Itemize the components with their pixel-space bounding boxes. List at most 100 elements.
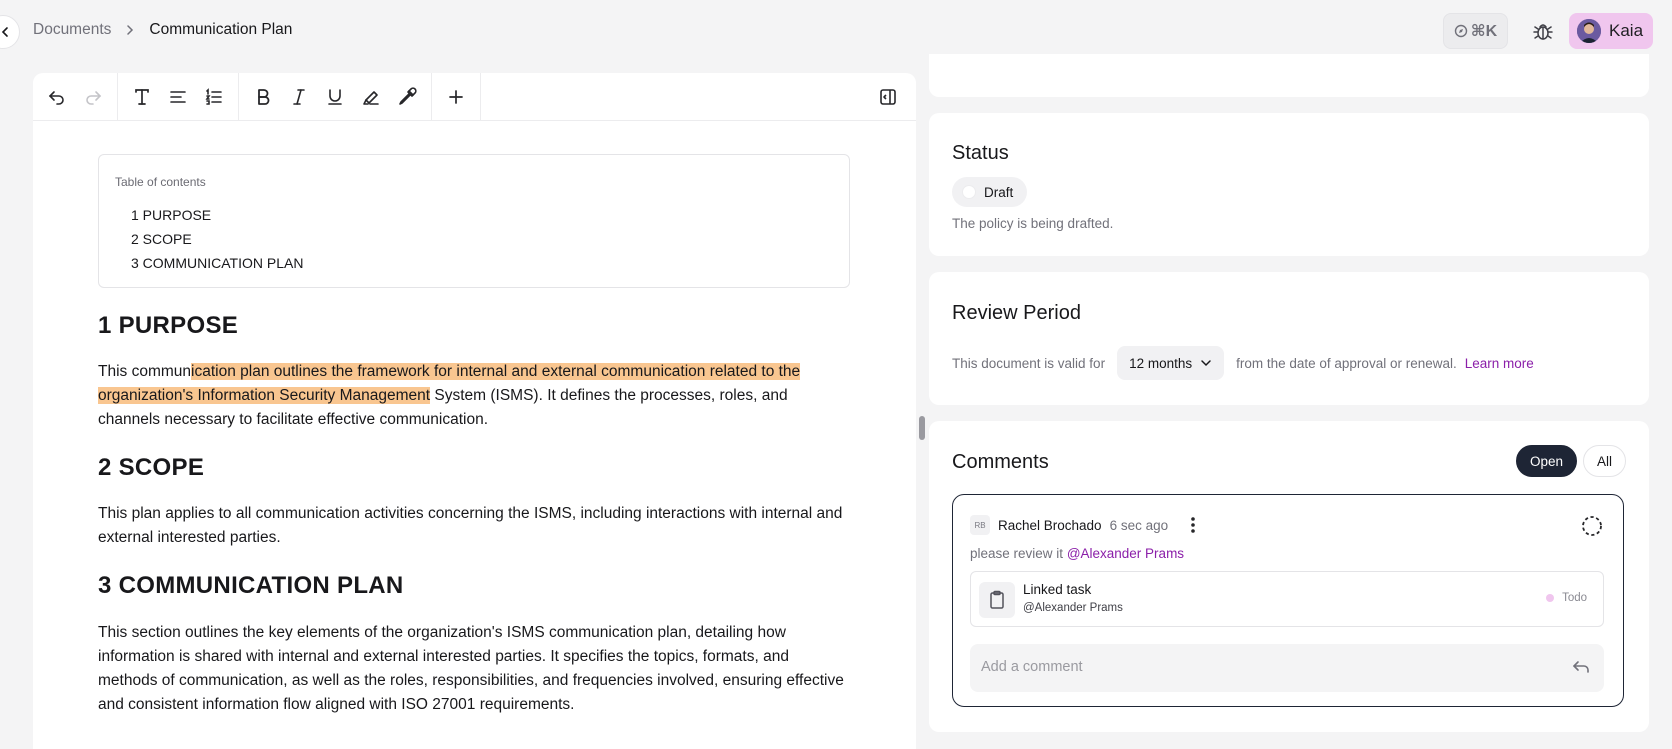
comment-thread[interactable]: RB Rachel Brochado 6 sec ago please revi… (952, 494, 1624, 707)
heading-scope: 2 SCOPE (98, 454, 205, 481)
toc-item-communication-plan[interactable]: 3 COMMUNICATION PLAN (131, 253, 833, 277)
table-of-contents: Table of contents 1 PURPOSE 2 SCOPE 3 CO… (98, 154, 850, 288)
clipboard-icon (979, 582, 1015, 618)
paragraph-purpose: This communication plan outlines the fra… (98, 360, 850, 432)
bug-icon (1533, 24, 1553, 40)
toc-title: Table of contents (115, 175, 206, 189)
resolve-circle-icon (1582, 516, 1602, 536)
heading-purpose: 1 PURPOSE (98, 312, 239, 339)
purpose-text-start: This commun (98, 363, 192, 380)
comment-time: 6 sec ago (1109, 517, 1169, 533)
document-editor: Table of contents 1 PURPOSE 2 SCOPE 3 CO… (33, 73, 916, 749)
status-card: Status Draft The policy is being drafted… (929, 113, 1649, 256)
text-icon (135, 88, 149, 105)
chevron-right-icon (125, 24, 135, 36)
toc-item-scope[interactable]: 2 SCOPE (131, 229, 833, 253)
linked-task-assignee: @Alexander Prams (1023, 602, 1123, 614)
undo-icon (48, 90, 64, 105)
eyedropper-icon (399, 86, 417, 105)
status-select[interactable]: Draft (952, 177, 1028, 207)
toggle-sidebar-button[interactable] (872, 81, 904, 113)
user-menu-button[interactable]: Kaia (1569, 13, 1654, 49)
command-palette-button[interactable]: ⌘K (1443, 13, 1508, 49)
breadcrumb: Documents Communication Plan (33, 21, 292, 39)
comments-card: Comments Open All RB Rachel Brochado 6 s… (929, 421, 1649, 732)
more-vertical-icon (1191, 517, 1195, 533)
details-card-top (929, 54, 1649, 97)
toc-item-purpose[interactable]: 1 PURPOSE (131, 205, 833, 229)
comments-filter: Open All (1515, 445, 1626, 477)
align-left-icon (170, 90, 186, 103)
comment-body: please review it @Alexander Prams (970, 546, 1184, 561)
status-dot-icon (962, 185, 976, 199)
review-period-card: Review Period This document is valid for… (929, 272, 1649, 405)
format-group (239, 73, 432, 121)
insert-button[interactable] (440, 81, 472, 113)
add-comment-placeholder: Add a comment (981, 659, 1083, 675)
plus-icon (449, 89, 463, 104)
linked-task[interactable]: Linked task @Alexander Prams Todo (970, 571, 1604, 627)
block-group (118, 73, 239, 121)
list-button[interactable] (198, 81, 230, 113)
heading-communication-plan: 3 COMMUNICATION PLAN (98, 572, 404, 599)
comment-author: Rachel Brochado (998, 517, 1102, 533)
sidebar-toggle-icon (880, 89, 896, 105)
underline-button[interactable] (319, 81, 351, 113)
bug-report-button[interactable] (1530, 17, 1556, 45)
paragraph-communication-plan: This section outlines the key elements o… (98, 624, 844, 713)
filter-open-button[interactable]: Open (1515, 445, 1577, 477)
comments-title: Comments (952, 451, 1049, 473)
filter-all-button[interactable]: All (1582, 445, 1626, 477)
reply-icon (1573, 661, 1589, 673)
back-button[interactable] (0, 15, 20, 49)
editor-toolbar (33, 73, 916, 121)
comment-menu-button[interactable] (1190, 516, 1196, 534)
breadcrumb-documents[interactable]: Documents (33, 21, 111, 39)
chevron-down-icon (1201, 360, 1211, 367)
review-period-value: 12 months (1129, 355, 1193, 371)
shortcut-label: ⌘K (1470, 23, 1498, 40)
task-status: Todo (1562, 592, 1587, 604)
avatar: RB (970, 515, 990, 535)
italic-button[interactable] (283, 81, 315, 113)
comment-text: please review it (970, 546, 1064, 561)
comment-mention[interactable]: @Alexander Prams (1067, 546, 1184, 561)
bold-icon (258, 88, 270, 105)
avatar (1577, 19, 1601, 43)
task-status-badge: Todo (1546, 592, 1587, 604)
send-reply-button[interactable] (1572, 658, 1590, 681)
insert-group (432, 73, 481, 121)
paragraph-scope: This plan applies to all communication a… (98, 505, 843, 546)
redo-icon (86, 90, 102, 105)
text-style-button[interactable] (126, 81, 158, 113)
highlight-button[interactable] (355, 81, 387, 113)
compass-icon (1454, 24, 1467, 38)
review-period-select[interactable]: 12 months (1117, 346, 1225, 380)
underline-icon (328, 88, 342, 105)
review-period-title: Review Period (952, 302, 1081, 324)
linked-task-title: Linked task (1023, 582, 1092, 597)
italic-icon (293, 88, 305, 105)
review-period-suffix: from the date of approval or renewal. (1236, 355, 1457, 371)
undo-button[interactable] (41, 81, 73, 113)
review-period-row: This document is valid for 12 months fro… (952, 346, 1534, 380)
status-dot-icon (1546, 594, 1555, 602)
bold-button[interactable] (247, 81, 279, 113)
highlighter-icon (363, 90, 379, 105)
status-description: The policy is being drafted. (952, 216, 1114, 231)
learn-more-link[interactable]: Learn more (1465, 356, 1534, 371)
resolve-comment-button[interactable] (1581, 515, 1603, 542)
ordered-list-icon (205, 87, 222, 105)
redo-button[interactable] (77, 81, 109, 113)
add-comment-field[interactable]: Add a comment (970, 644, 1604, 692)
status-title: Status (952, 142, 1009, 164)
history-group (33, 73, 118, 121)
chevron-left-icon (1, 27, 8, 37)
document-body[interactable]: Table of contents 1 PURPOSE 2 SCOPE 3 CO… (98, 154, 850, 717)
resize-handle[interactable] (919, 416, 925, 440)
breadcrumb-current: Communication Plan (149, 21, 293, 38)
color-picker-button[interactable] (391, 81, 423, 113)
align-button[interactable] (162, 81, 194, 113)
status-value: Draft (984, 184, 1014, 200)
user-name: Kaia (1609, 21, 1644, 40)
